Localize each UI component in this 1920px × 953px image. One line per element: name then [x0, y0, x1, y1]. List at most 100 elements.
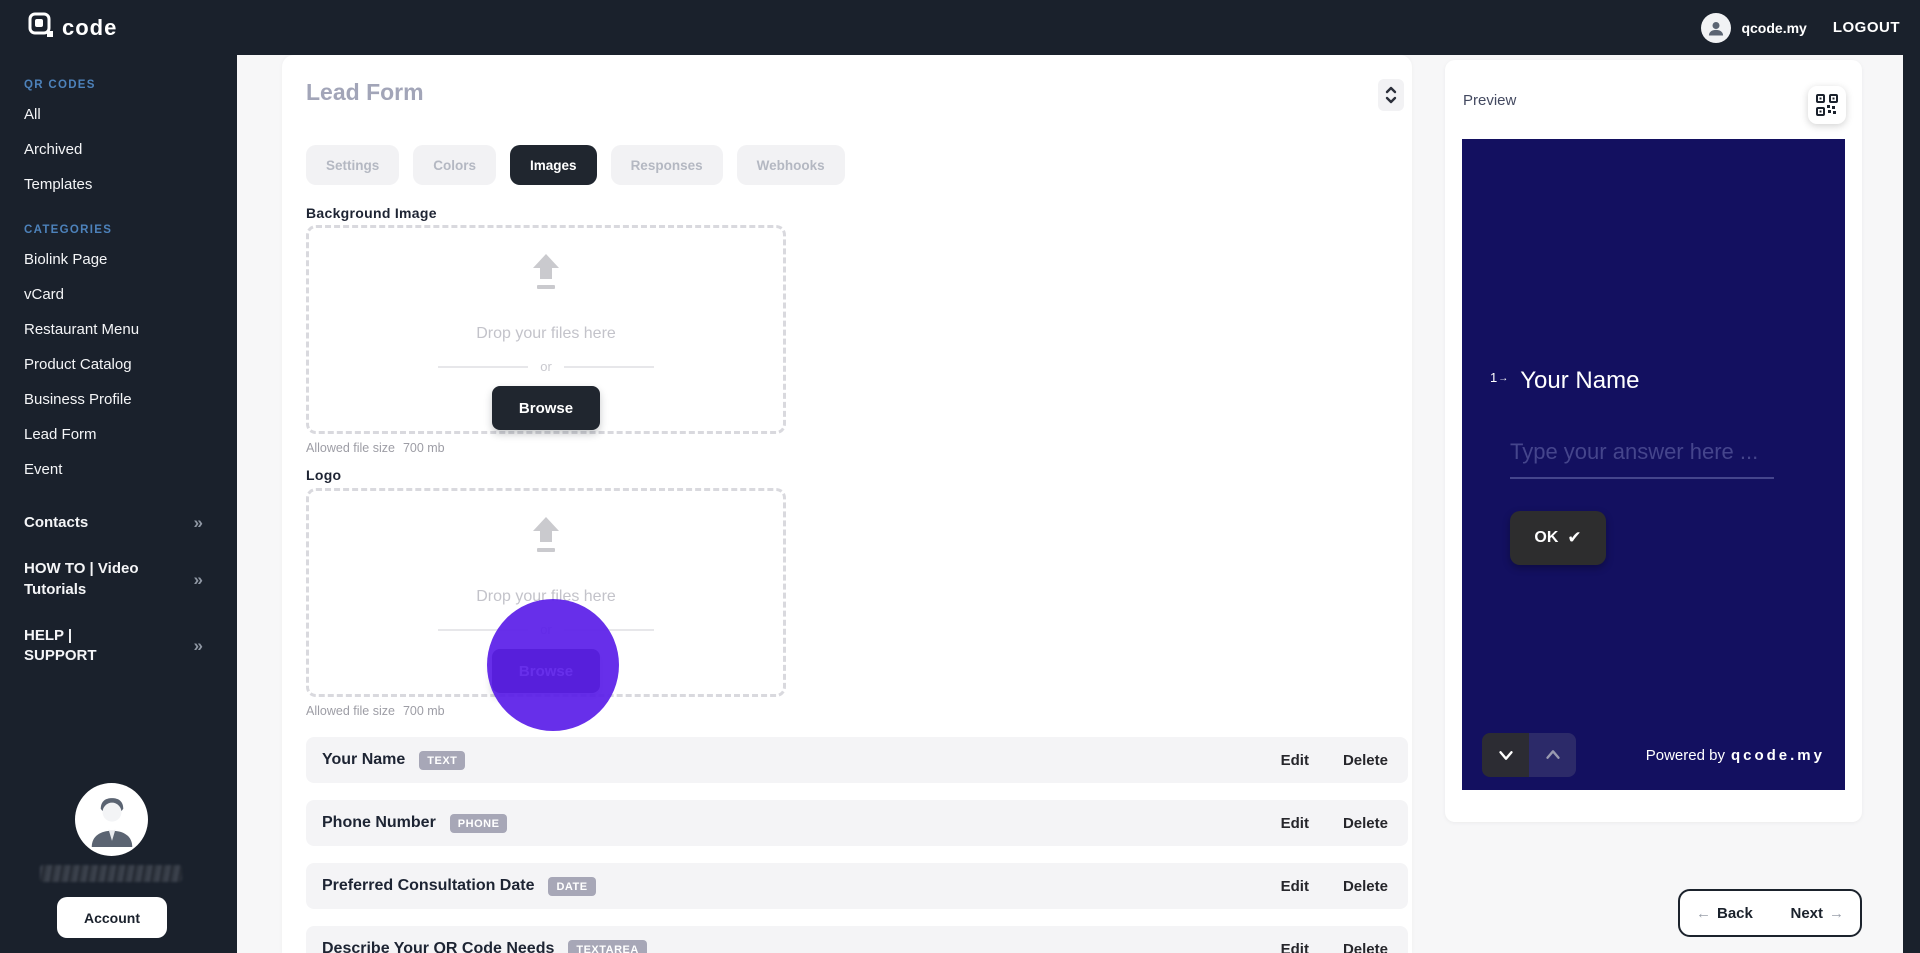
back-button[interactable]: ← Back	[1696, 905, 1753, 922]
upload-arrow-icon	[523, 515, 569, 562]
field-type-badge: PHONE	[449, 813, 508, 833]
account-button[interactable]: Account	[57, 897, 167, 938]
background-image-dropzone[interactable]: Drop your files here or Browse	[306, 225, 786, 434]
chevron-down-icon	[1498, 751, 1513, 760]
sidebar-item-biolink-page[interactable]: Biolink Page	[24, 242, 237, 277]
allowed-file-size-note: Allowed file size 700 mb	[306, 704, 445, 718]
sidebar-item-lead-form[interactable]: Lead Form	[24, 417, 237, 452]
drop-files-text: Drop your files here	[476, 325, 616, 342]
sidebar-section-categories: CATEGORIES	[24, 224, 113, 236]
sidebar-item-vcard[interactable]: vCard	[24, 277, 237, 312]
field-label: Preferred Consultation Date	[322, 877, 535, 894]
preview-title: Preview	[1463, 92, 1517, 109]
sidebar-item-event[interactable]: Event	[24, 452, 237, 487]
field-type-badge: TEXT	[419, 750, 466, 770]
edit-button[interactable]: Edit	[1281, 941, 1309, 953]
tab-bar: Settings Colors Images Responses Webhook…	[306, 145, 845, 185]
field-label: Describe Your QR Code Needs	[322, 940, 555, 953]
drop-files-text: Drop your files here	[476, 588, 616, 605]
field-row-consultation-date: Preferred Consultation Date DATE Edit De…	[306, 863, 1408, 909]
next-label: Next	[1790, 904, 1823, 922]
delete-button[interactable]: Delete	[1343, 878, 1388, 895]
field-row-phone-number: Phone Number PHONE Edit Delete	[306, 800, 1408, 846]
blurred-email-strip	[40, 865, 182, 882]
ok-button[interactable]: OK ✔	[1510, 511, 1606, 565]
sidebar-link-label: HOW TO | Video Tutorials	[24, 560, 139, 598]
question-arrow-icon: →	[1498, 373, 1509, 384]
edit-button[interactable]: Edit	[1281, 752, 1309, 769]
or-text: or	[540, 359, 552, 374]
sidebar: QR CODES All Archived Templates CATEGORI…	[0, 55, 237, 953]
or-text: or	[540, 622, 552, 637]
sidebar-item-product-catalog[interactable]: Product Catalog	[24, 347, 237, 382]
tab-settings[interactable]: Settings	[306, 145, 400, 185]
answer-input[interactable]	[1510, 439, 1774, 479]
field-label: Phone Number	[322, 814, 436, 831]
sidebar-item-restaurant-menu[interactable]: Restaurant Menu	[24, 312, 237, 347]
sidebar-link-label: HELP | SUPPORT	[24, 626, 97, 664]
lead-form-preview-screen: 1 → Your Name OK ✔ Powered byqcode.my	[1462, 139, 1845, 790]
reorder-button[interactable]	[1378, 79, 1404, 111]
sidebar-item-business-profile[interactable]: Business Profile	[24, 382, 237, 417]
pager: ← Back Next →	[1678, 889, 1862, 937]
double-chevron-right-icon: »	[193, 569, 204, 589]
logo-text: code	[62, 14, 118, 40]
preview-panel: Preview 1 → Your Name O	[1445, 60, 1862, 822]
next-question-button[interactable]	[1482, 733, 1529, 777]
delete-button[interactable]: Delete	[1343, 815, 1388, 832]
sidebar-link-help-support[interactable]: HELP | SUPPORT »	[24, 626, 237, 667]
edit-button[interactable]: Edit	[1281, 815, 1309, 832]
question-row: 1 → Your Name	[1490, 367, 1639, 395]
lead-form-card: Lead Form Settings Colors Images Respons…	[282, 55, 1412, 953]
top-bar: code qcode.my LOGOUT	[0, 0, 1920, 55]
delete-button[interactable]: Delete	[1343, 752, 1388, 769]
double-chevron-right-icon: »	[193, 513, 204, 533]
background-image-label: Background Image	[306, 205, 437, 221]
user-menu[interactable]: qcode.my	[1701, 12, 1807, 43]
or-divider: or	[438, 622, 654, 637]
sidebar-item-archived[interactable]: Archived	[24, 132, 237, 167]
allowed-file-size-note: Allowed file size 700 mb	[306, 441, 445, 455]
tab-responses[interactable]: Responses	[610, 145, 723, 185]
field-label: Your Name	[322, 751, 406, 768]
app-logo[interactable]: code	[28, 12, 117, 44]
preview-footer: Powered by qcode.my	[1482, 733, 1825, 777]
delete-button[interactable]: Delete	[1343, 941, 1388, 953]
previous-question-button[interactable]	[1529, 733, 1576, 777]
qr-logo-icon	[28, 12, 55, 44]
tab-images[interactable]: Images	[510, 145, 597, 185]
qr-code-button[interactable]	[1808, 86, 1846, 124]
tab-webhooks[interactable]: Webhooks	[736, 145, 845, 185]
logout-button[interactable]: LOGOUT	[1833, 19, 1900, 36]
arrow-left-icon: ←	[1696, 904, 1711, 922]
back-label: Back	[1717, 904, 1753, 922]
sidebar-section-qr-codes: QR CODES	[24, 79, 96, 91]
page-title: Lead Form	[306, 79, 424, 105]
or-divider: or	[438, 359, 654, 374]
qr-code-icon	[1816, 94, 1838, 116]
profile-avatar[interactable]	[75, 783, 148, 856]
sidebar-link-contacts[interactable]: Contacts »	[24, 513, 237, 533]
edit-button[interactable]: Edit	[1281, 878, 1309, 895]
powered-by: Powered by qcode.my	[1645, 746, 1825, 764]
sidebar-item-templates[interactable]: Templates	[24, 167, 237, 202]
sidebar-link-how-to[interactable]: HOW TO | Video Tutorials »	[24, 559, 237, 600]
field-row-your-name: Your Name TEXT Edit Delete	[306, 737, 1408, 783]
arrow-right-icon: →	[1829, 904, 1844, 922]
user-avatar-icon	[1701, 12, 1732, 43]
browse-background-button[interactable]: Browse	[492, 386, 600, 430]
chevron-up-icon	[1545, 750, 1560, 759]
browse-logo-button[interactable]: Browse	[492, 649, 600, 693]
question-number: 1	[1490, 370, 1498, 385]
sidebar-item-all[interactable]: All	[24, 97, 237, 132]
field-type-badge: TEXTAREA	[568, 939, 647, 953]
logo-dropzone[interactable]: Drop your files here or Browse	[306, 488, 786, 697]
user-name: qcode.my	[1741, 19, 1807, 36]
field-row-qr-needs: Describe Your QR Code Needs TEXTAREA Edi…	[306, 926, 1408, 953]
tab-colors[interactable]: Colors	[413, 145, 497, 185]
brand-name: qcode.my	[1730, 746, 1825, 764]
question-label: Your Name	[1520, 367, 1640, 394]
next-button[interactable]: Next →	[1790, 905, 1844, 922]
sidebar-link-label: Contacts	[24, 514, 89, 531]
upload-arrow-icon	[523, 252, 569, 299]
